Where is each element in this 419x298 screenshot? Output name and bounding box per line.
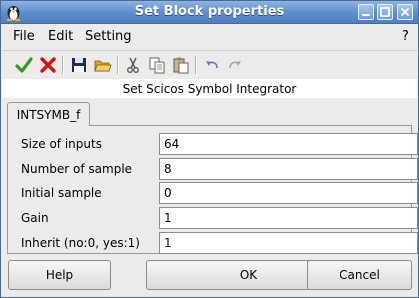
- cancel-x-button[interactable]: [37, 54, 59, 76]
- field-row: Inherit (no:0, yes:1): [14, 232, 418, 254]
- title-bar[interactable]: Set Block properties: [1, 1, 418, 24]
- redo-icon: [229, 61, 241, 69]
- menu-bar: File Edit Setting ?: [2, 25, 417, 47]
- menu-file[interactable]: File: [13, 29, 35, 44]
- menu-edit[interactable]: Edit: [48, 29, 73, 44]
- close-icon: [400, 7, 410, 17]
- gain-field[interactable]: [159, 207, 418, 229]
- undo-icon: [206, 61, 218, 69]
- field-label: Gain: [21, 211, 49, 225]
- field-label: Size of inputs: [21, 137, 102, 151]
- field-row: Gain: [14, 207, 418, 229]
- minimize-icon: [362, 14, 370, 16]
- open-folder-icon: [94, 60, 112, 72]
- field-row: Initial sample: [14, 182, 418, 204]
- cut-icon: [127, 57, 139, 73]
- copy-icon: [149, 57, 165, 74]
- dialog-header: Set Scicos Symbol Integrator: [2, 79, 417, 98]
- paste-icon: [173, 57, 189, 74]
- ok-check-button[interactable]: [13, 54, 35, 76]
- copy-button[interactable]: [146, 54, 168, 76]
- paste-button[interactable]: [170, 54, 192, 76]
- tab-intsymb[interactable]: INTSYMB_f: [7, 102, 90, 126]
- dialog-window: Set Block properties File Edit Setting ?: [0, 0, 419, 298]
- help-button[interactable]: Help: [8, 260, 111, 290]
- cancel-button[interactable]: Cancel: [307, 260, 412, 290]
- field-row: Size of inputs: [14, 133, 418, 155]
- field-label: Inherit (no:0, yes:1): [21, 236, 140, 250]
- number-of-sample-field[interactable]: [159, 158, 418, 180]
- undo-button[interactable]: [201, 54, 223, 76]
- ok-check-icon: [15, 57, 33, 73]
- toolbar: [2, 50, 417, 78]
- cancel-x-icon: [40, 57, 56, 73]
- window-title: Set Block properties: [134, 4, 285, 19]
- initial-sample-field[interactable]: [159, 182, 418, 204]
- toolbar-separator: [117, 56, 119, 74]
- menu-help[interactable]: ?: [402, 29, 409, 44]
- field-row: Number of sample: [14, 158, 418, 180]
- minimize-button[interactable]: [358, 4, 374, 20]
- save-button[interactable]: [68, 54, 90, 76]
- inherit-field[interactable]: [159, 232, 418, 254]
- cut-button[interactable]: [122, 54, 144, 76]
- field-label: Number of sample: [21, 162, 133, 176]
- size-of-inputs-field[interactable]: [159, 133, 418, 155]
- toolbar-separator: [195, 56, 197, 74]
- open-folder-button[interactable]: [92, 54, 114, 76]
- field-label: Initial sample: [21, 186, 102, 200]
- maximize-button[interactable]: [377, 4, 393, 20]
- redo-button[interactable]: [224, 54, 246, 76]
- menu-setting[interactable]: Setting: [85, 29, 132, 44]
- close-button[interactable]: [397, 4, 413, 20]
- maximize-icon: [380, 7, 390, 17]
- toolbar-separator: [62, 56, 64, 74]
- tab-panel: Size of inputs Number of sample Initial …: [7, 125, 418, 254]
- save-icon: [72, 58, 86, 72]
